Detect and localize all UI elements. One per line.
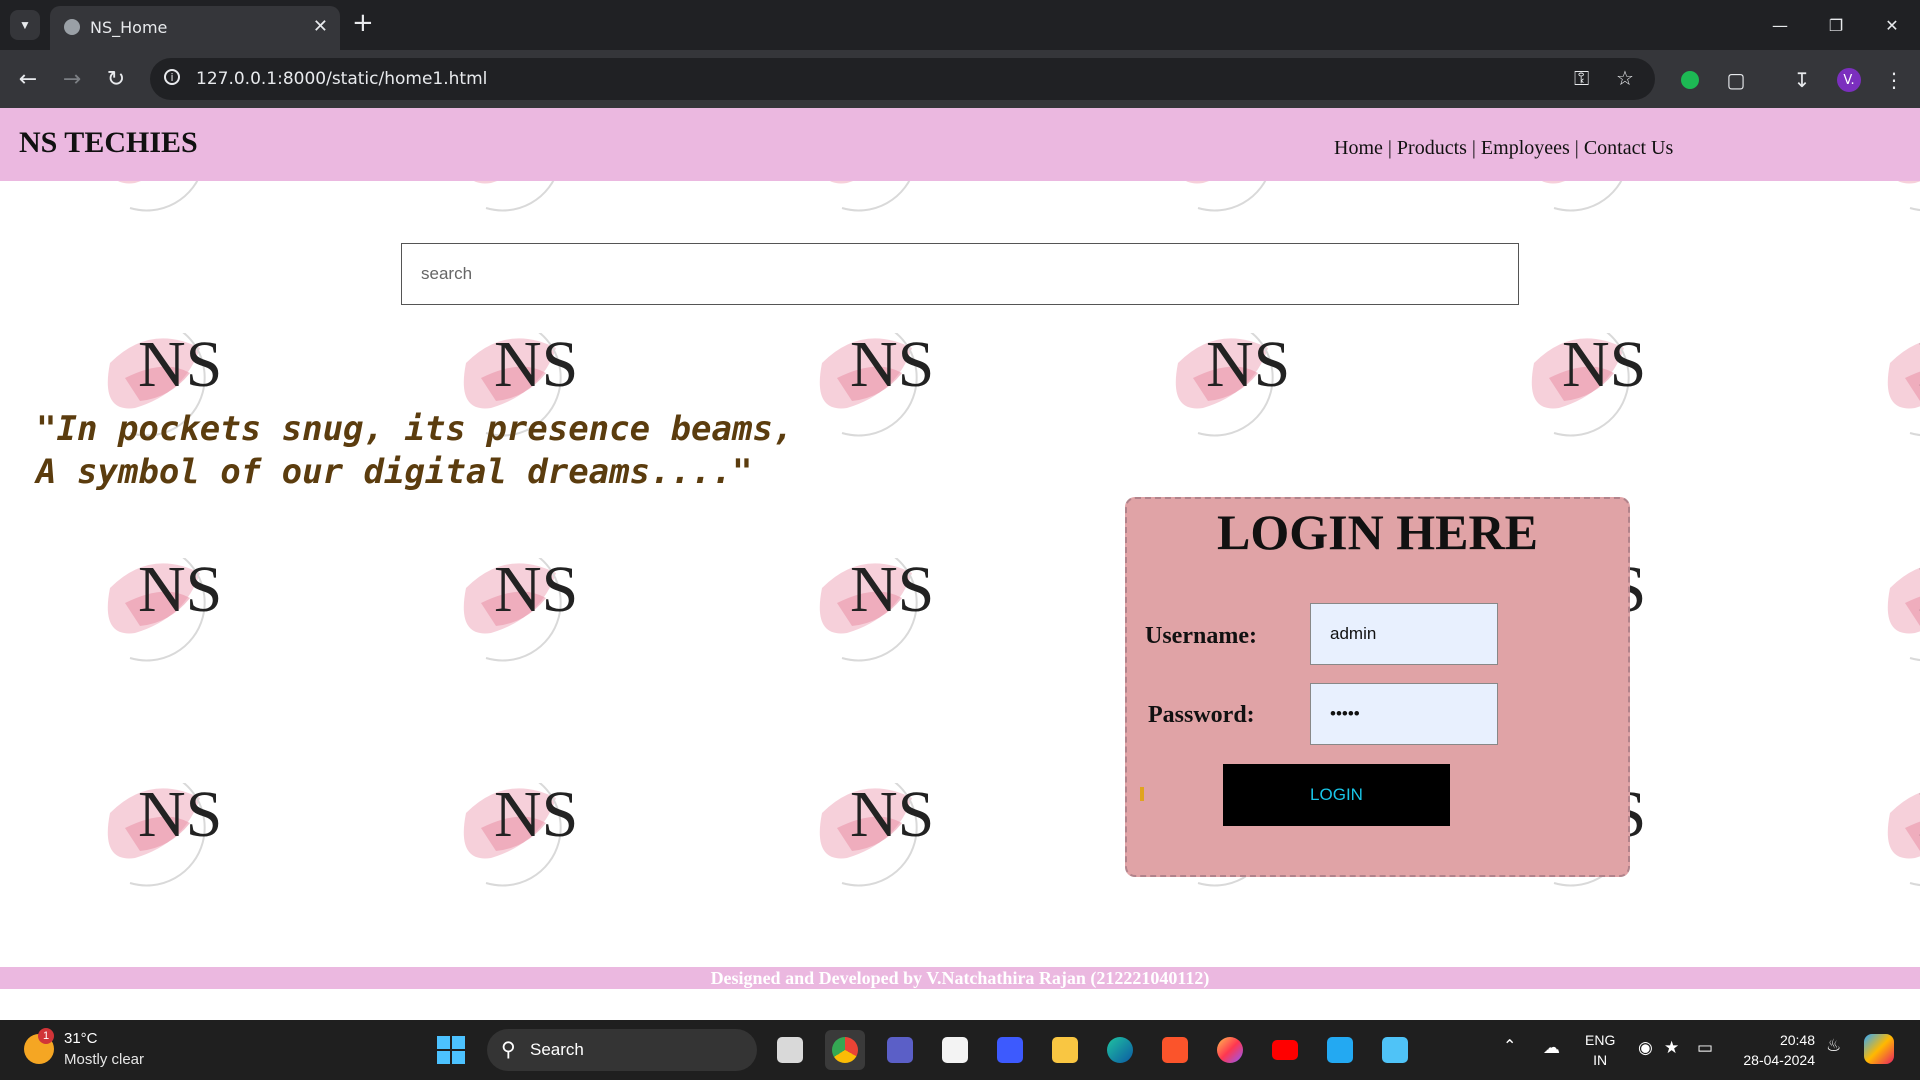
address-bar[interactable]: i 127.0.0.1:8000/static/home1.html ⚿ ☆ [150, 58, 1655, 100]
tab-search-dropdown-button[interactable]: ▼ [10, 10, 40, 40]
nav-link-employees[interactable]: Employees [1481, 137, 1570, 159]
show-hidden-icons-chevron-icon[interactable]: ⌃ [1503, 1036, 1516, 1055]
active-tab[interactable]: NS_Home ✕ [50, 6, 340, 50]
site-footer: Designed and Developed by V.Natchathira … [0, 967, 1920, 989]
browser-toolbar: ← → ↻ i 127.0.0.1:8000/static/home1.html… [0, 50, 1920, 108]
password-key-icon[interactable]: ⚿ [1574, 66, 1589, 90]
taskbar-search-label: Search [530, 1040, 584, 1059]
nav-link-home[interactable]: Home [1334, 137, 1383, 159]
firefox-icon[interactable] [1210, 1030, 1250, 1070]
minimize-button[interactable]: — [1752, 0, 1808, 50]
extensions-puzzle-icon[interactable]: ▢ [1722, 66, 1750, 94]
taskbar-search-box[interactable]: ⚲ Search [487, 1029, 757, 1071]
login-panel: LOGIN HERE Username: Password: LOGIN [1125, 497, 1630, 877]
edge-icon[interactable] [1100, 1030, 1140, 1070]
tab-close-button[interactable]: ✕ [313, 16, 328, 37]
window-controls: — ❐ ✕ [1752, 0, 1920, 50]
store-icon[interactable] [935, 1030, 975, 1070]
download-icon[interactable]: ↧ [1788, 66, 1816, 94]
site-header: NS TECHIES Home | Products | Employees | Conta… [0, 108, 1920, 181]
reload-button[interactable]: ↻ [100, 63, 132, 95]
bookmark-star-icon[interactable]: ☆ [1616, 66, 1634, 90]
footer-credit-text: Designed and Developed by V.Natchathira … [710, 968, 1210, 988]
pinned-apps [770, 1030, 1430, 1070]
new-tab-button[interactable]: + [352, 8, 374, 38]
back-button[interactable]: ← [12, 63, 44, 95]
task-view-icon[interactable] [770, 1030, 810, 1070]
network-globe-icon[interactable]: ◉ [1638, 1038, 1653, 1058]
input-language-indicator[interactable]: ENG IN [1585, 1030, 1615, 1070]
windows-start-icon[interactable] [437, 1036, 465, 1064]
search-input[interactable] [401, 243, 1519, 305]
onedrive-cloud-icon[interactable]: ☁ [1543, 1038, 1560, 1058]
profile-avatar[interactable]: V. [1835, 66, 1863, 94]
chrome-icon[interactable] [825, 1030, 865, 1070]
vm-icon[interactable] [990, 1030, 1030, 1070]
login-title: LOGIN HERE [1217, 504, 1538, 560]
brave-icon[interactable] [1155, 1030, 1195, 1070]
restore-button[interactable]: ❐ [1808, 0, 1864, 50]
quote-line-1: "In pockets snug, its presence beams, [36, 409, 794, 449]
username-label: Username: [1145, 623, 1257, 649]
main-nav: Home | Products | Employees | Contact Us [1334, 137, 1673, 160]
region-code: IN [1593, 1052, 1608, 1068]
browser-tab-strip: ▼ NS_Home ✕ + — ❐ ✕ [0, 0, 1920, 50]
brand-logo-text: NS TECHIES [19, 126, 198, 159]
close-window-button[interactable]: ✕ [1864, 0, 1920, 50]
username-field[interactable] [1310, 603, 1498, 665]
teams-icon[interactable] [880, 1030, 920, 1070]
clock-time: 20:48 [1779, 1032, 1815, 1048]
browser-menu-icon[interactable]: ⋮ [1880, 66, 1908, 94]
notepad-icon[interactable] [1375, 1030, 1415, 1070]
youtube-icon[interactable] [1265, 1030, 1305, 1070]
nav-separator: | [1574, 137, 1579, 159]
nav-separator: | [1471, 137, 1476, 159]
system-clock[interactable]: 20:48 28-04-2024 [1735, 1030, 1815, 1070]
volume-muted-icon[interactable]: ★ [1664, 1038, 1679, 1058]
site-info-icon[interactable]: i [164, 69, 180, 85]
quote-line-2: A symbol of our digital dreams...." [36, 452, 753, 492]
weather-description[interactable]: Mostly clear [64, 1051, 144, 1068]
url-text[interactable]: 127.0.0.1:8000/static/home1.html [196, 69, 487, 89]
nav-link-products[interactable]: Products [1397, 137, 1467, 159]
web-page: NS NS TECHIES Home|Products|Employees|Co… [0, 108, 1920, 1020]
language-code: ENG [1585, 1032, 1616, 1048]
password-label: Password: [1148, 702, 1255, 728]
copilot-icon[interactable] [1864, 1034, 1894, 1064]
weather-temperature[interactable]: 31°C [64, 1030, 98, 1047]
login-button[interactable]: LOGIN [1223, 764, 1450, 826]
vscode-icon[interactable] [1320, 1030, 1360, 1070]
file-explorer-icon[interactable] [1045, 1030, 1085, 1070]
green-extension-icon[interactable] [1676, 66, 1704, 94]
search-icon: ⚲ [501, 1037, 516, 1061]
forward-button[interactable]: → [56, 63, 88, 95]
password-field[interactable] [1310, 683, 1498, 745]
notification-bell-icon[interactable]: ♨ [1826, 1036, 1841, 1056]
windows-taskbar: 1 31°C Mostly clear ⚲ Search ⌃ ☁ ENG IN … [0, 1020, 1920, 1080]
nav-separator: | [1387, 137, 1392, 159]
weather-notification-badge: 1 [38, 1028, 54, 1044]
nav-link-contact-us[interactable]: Contact Us [1584, 137, 1673, 159]
globe-icon [64, 19, 80, 35]
battery-icon[interactable]: ▭ [1697, 1038, 1713, 1058]
focus-caret-marker [1140, 787, 1144, 801]
tab-title: NS_Home [90, 18, 168, 37]
background-logo-pattern: NS [0, 108, 1920, 968]
tagline-quote: "In pockets snug, its presence beams, A s… [36, 408, 793, 494]
clock-date: 28-04-2024 [1743, 1052, 1815, 1068]
